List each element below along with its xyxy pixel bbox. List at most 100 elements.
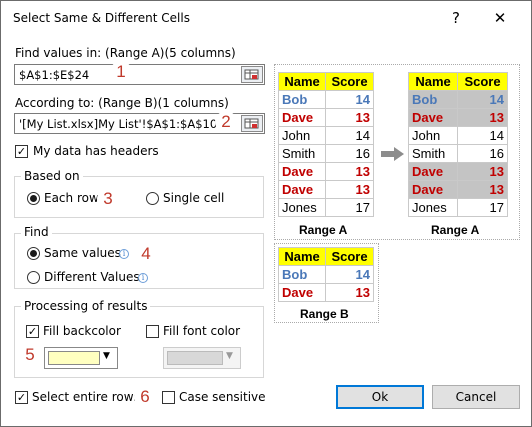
table-row: Dave 13 xyxy=(407,108,508,127)
cell-score: 14 xyxy=(325,126,374,145)
font-color-swatch xyxy=(167,351,223,365)
cell-name: Dave xyxy=(277,162,327,181)
table-header-row: Name Score xyxy=(407,72,508,91)
header-name: Name xyxy=(407,72,459,91)
my-data-has-headers-checkbox[interactable]: ✓ xyxy=(15,145,28,158)
cell-score: 14 xyxy=(457,126,508,145)
same-values-label[interactable]: Same values xyxy=(44,246,121,260)
case-sensitive-checkbox[interactable] xyxy=(162,391,175,404)
cell-name: John xyxy=(277,126,327,145)
range-a-result-caption: Range A xyxy=(431,223,480,237)
range-a-result-table: Name Score Bob 14 Dave 13 John 14 Smith 16 Dave 13 D… xyxy=(407,72,508,217)
font-color-picker[interactable]: ▼ xyxy=(163,347,241,369)
cell-name: Jones xyxy=(277,198,327,217)
info-icon[interactable]: i xyxy=(138,273,148,283)
range-select-icon xyxy=(244,69,259,80)
marker-2: 2 xyxy=(215,111,237,133)
cell-name: Dave xyxy=(407,180,459,199)
backcolor-swatch xyxy=(48,351,100,365)
table-row: Bob 14 xyxy=(407,90,508,109)
marker-6: 6 xyxy=(134,386,156,408)
table-row: Bob 14 xyxy=(277,90,374,109)
table-row: Bob 14 xyxy=(277,265,374,284)
find-legend: Find xyxy=(21,225,52,239)
dialog-window: Select Same & Different Cells ? ✕ Find v… xyxy=(0,0,532,427)
select-entire-rows-label[interactable]: Select entire rows xyxy=(32,390,140,404)
range-a-caption: Range A xyxy=(299,223,348,237)
fill-font-color-checkbox[interactable] xyxy=(146,325,159,338)
cell-name: Smith xyxy=(407,144,459,163)
range-b-select-button[interactable] xyxy=(241,115,263,132)
based-on-legend: Based on xyxy=(21,169,83,183)
arrow-right-icon xyxy=(381,147,404,161)
table-row: John 14 xyxy=(277,126,374,145)
single-cell-label[interactable]: Single cell xyxy=(163,191,224,205)
same-values-radio[interactable] xyxy=(27,247,40,260)
fill-font-color-label[interactable]: Fill font color xyxy=(163,324,240,338)
cell-score: 13 xyxy=(325,283,374,302)
cell-name: Dave xyxy=(277,108,327,127)
cell-score: 14 xyxy=(325,265,374,284)
cell-name: Bob xyxy=(277,265,327,284)
table-row: John 14 xyxy=(407,126,508,145)
marker-5: 5 xyxy=(19,344,41,366)
processing-legend: Processing of results xyxy=(21,299,151,313)
header-score: Score xyxy=(325,247,374,266)
range-a-select-button[interactable] xyxy=(241,66,263,83)
cell-score: 16 xyxy=(457,144,508,163)
each-row-label[interactable]: Each row xyxy=(44,191,99,205)
chevron-down-icon: ▼ xyxy=(226,351,233,361)
cell-name: Dave xyxy=(407,162,459,181)
cell-score: 17 xyxy=(325,198,374,217)
marker-4: 4 xyxy=(135,243,157,265)
table-row: Dave 13 xyxy=(407,162,508,181)
single-cell-radio[interactable] xyxy=(146,192,159,205)
ok-button[interactable]: Ok xyxy=(336,385,424,409)
cell-score: 13 xyxy=(457,180,508,199)
fill-backcolor-label[interactable]: Fill backcolor xyxy=(43,324,121,338)
cell-name: John xyxy=(407,126,459,145)
select-entire-rows-checkbox[interactable]: ✓ xyxy=(15,391,28,404)
my-data-has-headers-label: My data has headers xyxy=(33,144,159,158)
cell-score: 14 xyxy=(325,90,374,109)
case-sensitive-label[interactable]: Case sensitive xyxy=(179,390,266,404)
info-icon[interactable]: i xyxy=(119,249,129,259)
table-header-row: Name Score xyxy=(277,247,374,266)
cell-score: 16 xyxy=(325,144,374,163)
table-row: Dave 13 xyxy=(277,108,374,127)
cell-name: Dave xyxy=(407,108,459,127)
header-score: Score xyxy=(457,72,508,91)
fill-backcolor-checkbox[interactable]: ✓ xyxy=(26,325,39,338)
each-row-radio[interactable] xyxy=(27,192,40,205)
backcolor-picker[interactable]: ▼ xyxy=(44,347,118,369)
header-score: Score xyxy=(325,72,374,91)
table-row: Smith 16 xyxy=(407,144,508,163)
marker-3: 3 xyxy=(97,188,119,210)
header-name: Name xyxy=(277,247,327,266)
range-a-table: Name Score Bob 14 Dave 13 John 14 Smith 16 Dave 13 D… xyxy=(277,72,374,217)
cell-score: 13 xyxy=(457,162,508,181)
table-header-row: Name Score xyxy=(277,72,374,91)
table-row: Smith 16 xyxy=(277,144,374,163)
range-b-table: Name Score Bob 14 Dave 13 xyxy=(277,247,374,302)
cell-score: 13 xyxy=(325,162,374,181)
different-values-label[interactable]: Different Values xyxy=(44,270,140,284)
cancel-button[interactable]: Cancel xyxy=(432,385,520,409)
close-icon[interactable]: ✕ xyxy=(488,9,512,27)
range-b-label: According to: (Range B)(1 columns) xyxy=(15,96,229,110)
range-b-caption: Range B xyxy=(300,307,349,321)
range-a-label: Find values in: (Range A)(5 columns) xyxy=(15,46,236,60)
range-select-icon xyxy=(244,118,259,129)
header-name: Name xyxy=(277,72,327,91)
table-row: Dave 13 xyxy=(407,180,508,199)
table-row: Jones 17 xyxy=(407,198,508,217)
cell-score: 17 xyxy=(457,198,508,217)
range-a-input[interactable]: $A$1:$E$24 xyxy=(14,64,265,85)
different-values-radio[interactable] xyxy=(27,271,40,284)
cell-name: Bob xyxy=(277,90,327,109)
table-row: Jones 17 xyxy=(277,198,374,217)
help-button[interactable]: ? xyxy=(444,9,468,27)
cell-name: Bob xyxy=(407,90,459,109)
cell-score: 13 xyxy=(325,180,374,199)
cell-score: 13 xyxy=(457,108,508,127)
